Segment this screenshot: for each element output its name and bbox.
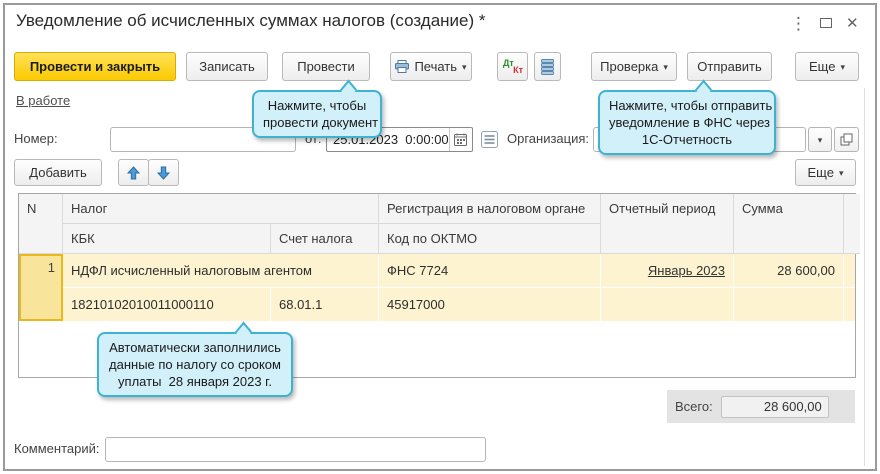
cell-period[interactable]: Январь 2023 bbox=[601, 254, 734, 288]
check-button[interactable]: Проверка ▾ bbox=[591, 52, 677, 81]
col-header-amount[interactable]: Сумма bbox=[734, 194, 844, 254]
calendar-icon[interactable] bbox=[449, 128, 472, 151]
move-down-button[interactable] bbox=[148, 159, 179, 186]
cell-amount-cont bbox=[734, 288, 844, 321]
move-up-button[interactable] bbox=[118, 159, 149, 186]
cell-amount[interactable]: 28 600,00 bbox=[734, 254, 844, 288]
comment-label: Комментарий: bbox=[14, 441, 100, 456]
total-value-field bbox=[721, 396, 829, 418]
chevron-down-icon: ▾ bbox=[663, 61, 668, 72]
cell-kbk[interactable]: 18210102010011000110 bbox=[63, 288, 271, 321]
tooltip-line: Нажмите, чтобы отправить bbox=[609, 97, 765, 114]
open-icon bbox=[840, 133, 853, 146]
printer-icon bbox=[395, 60, 409, 73]
print-label: Печать bbox=[414, 59, 457, 74]
chevron-down-icon: ▾ bbox=[462, 61, 467, 72]
credit-label: Кт bbox=[513, 66, 523, 75]
tooltip-post-document: Нажмите, чтобы провести документ bbox=[252, 90, 382, 138]
tooltip-line: Нажмите, чтобы bbox=[263, 97, 371, 114]
tooltip-line: уведомление в ФНС через bbox=[609, 114, 765, 131]
arrow-up-icon bbox=[127, 166, 140, 180]
cell-tax-name[interactable]: НДФЛ исчисленный налоговым агентом bbox=[63, 254, 379, 288]
col-header-spacer bbox=[844, 194, 860, 254]
post-and-close-button[interactable]: Провести и закрыть bbox=[14, 52, 176, 81]
window-title: Уведомление об исчисленных суммах налого… bbox=[16, 11, 485, 31]
col-header-n[interactable]: N bbox=[19, 194, 63, 254]
post-and-close-label: Провести и закрыть bbox=[30, 59, 160, 74]
col-header-oktmo[interactable]: Код по ОКТМО bbox=[379, 224, 601, 254]
window-menu-icon[interactable]: ⋮ bbox=[790, 14, 807, 34]
cell-spacer bbox=[844, 254, 855, 288]
cell-account[interactable]: 68.01.1 bbox=[271, 288, 379, 321]
comment-input[interactable] bbox=[105, 437, 486, 462]
close-icon[interactable]: ✕ bbox=[846, 14, 859, 32]
cell-spacer bbox=[844, 288, 855, 321]
row-number-cell[interactable]: 1 bbox=[19, 254, 63, 321]
add-row-label: Добавить bbox=[29, 165, 86, 180]
col-header-registration[interactable]: Регистрация в налоговом органе bbox=[379, 194, 601, 224]
send-label: Отправить bbox=[697, 59, 761, 74]
tooltip-autofill: Автоматически заполнились данные по нало… bbox=[97, 332, 293, 397]
tooltip-line: провести документ bbox=[263, 114, 371, 131]
add-row-button[interactable]: Добавить bbox=[14, 159, 102, 186]
dt-kt-postings-button[interactable]: Дт Кт bbox=[497, 52, 528, 81]
col-header-kbk[interactable]: КБК bbox=[63, 224, 271, 254]
chevron-down-icon: ▾ bbox=[840, 61, 845, 72]
save-button[interactable]: Записать bbox=[186, 52, 268, 81]
register-stack-icon bbox=[541, 59, 554, 75]
total-label: Всего: bbox=[675, 399, 713, 414]
more-label: Еще bbox=[809, 59, 835, 74]
cell-period-cont bbox=[601, 288, 734, 321]
history-list-icon[interactable] bbox=[481, 131, 498, 148]
tooltip-line: 1С-Отчетность bbox=[609, 131, 765, 148]
post-label: Провести bbox=[297, 59, 355, 74]
document-window: Уведомление об исчисленных суммах налого… bbox=[0, 0, 880, 474]
table-more-button[interactable]: Еще ▾ bbox=[795, 159, 856, 186]
organization-open-button[interactable] bbox=[834, 127, 859, 152]
form-scroll-strip bbox=[864, 88, 865, 466]
col-header-tax[interactable]: Налог bbox=[63, 194, 379, 224]
toolbar-more-button[interactable]: Еще ▾ bbox=[795, 52, 859, 81]
register-records-button[interactable] bbox=[534, 52, 561, 81]
check-label: Проверка bbox=[600, 59, 658, 74]
period-link[interactable]: Январь 2023 bbox=[648, 263, 725, 278]
status-in-progress-link[interactable]: В работе bbox=[16, 93, 70, 108]
organization-dropdown-button[interactable]: ▾ bbox=[808, 127, 832, 152]
arrow-down-icon bbox=[157, 166, 170, 180]
tooltip-line: уплаты 28 января 2023 г. bbox=[108, 373, 282, 390]
totals-panel: Всего: bbox=[667, 390, 855, 423]
tooltip-send-fns: Нажмите, чтобы отправить уведомление в Ф… bbox=[598, 90, 776, 155]
col-header-account[interactable]: Счет налога bbox=[271, 224, 379, 254]
organization-label: Организация: bbox=[507, 131, 589, 146]
print-button[interactable]: Печать ▾ bbox=[390, 52, 472, 81]
tooltip-line: Автоматически заполнились bbox=[108, 339, 282, 356]
chevron-down-icon: ▾ bbox=[818, 134, 823, 145]
more-label: Еще bbox=[808, 165, 834, 180]
number-label: Номер: bbox=[14, 131, 58, 146]
col-header-period[interactable]: Отчетный период bbox=[601, 194, 734, 254]
chevron-down-icon: ▾ bbox=[839, 167, 844, 178]
cell-registration[interactable]: ФНС 7724 bbox=[379, 254, 601, 288]
maximize-icon[interactable] bbox=[820, 18, 832, 28]
cell-oktmo[interactable]: 45917000 bbox=[379, 288, 601, 321]
post-button[interactable]: Провести bbox=[282, 52, 370, 81]
tooltip-line: данные по налогу со сроком bbox=[108, 356, 282, 373]
save-label: Записать bbox=[199, 59, 255, 74]
send-button[interactable]: Отправить bbox=[687, 52, 772, 81]
